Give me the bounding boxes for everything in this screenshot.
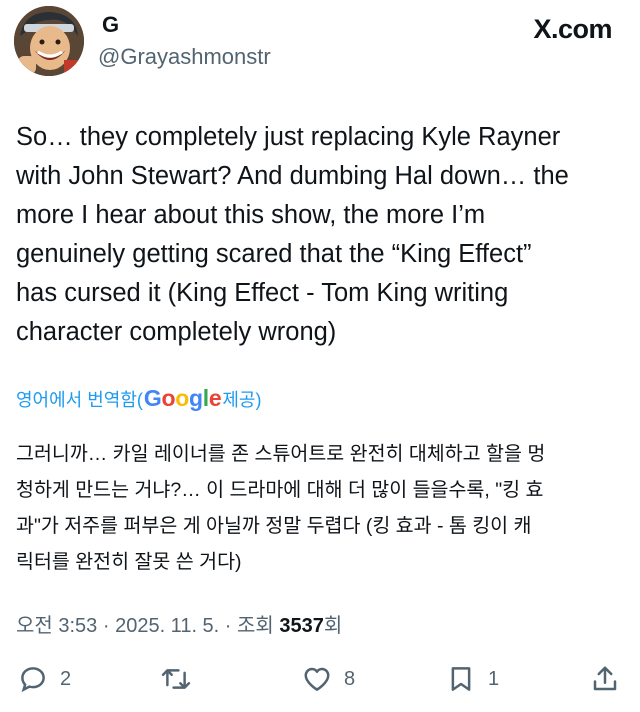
meta-separator: · <box>97 615 116 637</box>
like-count: 8 <box>344 667 356 690</box>
translation-attribution[interactable]: 영어에서 번역함( Google 제공) <box>16 385 261 412</box>
avatar-image <box>14 6 84 76</box>
bookmark-button[interactable]: 1 <box>446 664 499 694</box>
avatar[interactable] <box>14 6 84 76</box>
display-name[interactable]: G <box>102 12 119 38</box>
views-label: 조회 <box>237 615 280 637</box>
tweet-date[interactable]: 2025. 11. 5. <box>115 615 219 637</box>
meta-separator: · <box>219 615 238 637</box>
translation-label-suffix: 제공) <box>222 389 262 410</box>
translated-text: 그러니까… 카일 레이너를 존 스튜어트로 완전히 대체하고 할을 멍 청하게 … <box>16 443 546 573</box>
views-count: 3537 <box>279 615 324 637</box>
translation-label-prefix: 영어에서 번역함( <box>16 389 143 410</box>
share-icon <box>593 666 617 691</box>
like-button[interactable]: 8 <box>302 664 355 694</box>
action-bar: 2 8 1 <box>0 660 640 704</box>
tweet-text: So… they completely just replacing Kyle … <box>16 123 569 346</box>
bookmark-icon <box>451 667 471 691</box>
google-logo: Google <box>143 385 222 411</box>
bookmark-count: 1 <box>488 667 500 690</box>
site-logo: X.com <box>533 14 612 44</box>
heart-icon <box>304 667 330 691</box>
retweet-icon <box>161 669 191 689</box>
retweet-button[interactable] <box>160 664 204 694</box>
reply-button[interactable]: 2 <box>18 664 71 694</box>
reply-icon <box>21 667 45 693</box>
views-suffix: 회 <box>323 615 343 637</box>
tweet-meta: 오전 3:53 · 2025. 11. 5. · 조회 3537회 <box>16 609 342 638</box>
share-button[interactable] <box>590 664 620 694</box>
tweet-time[interactable]: 오전 3:53 <box>16 615 97 637</box>
reply-count: 2 <box>60 667 72 690</box>
user-handle[interactable]: @Grayashmonstr <box>98 44 271 70</box>
